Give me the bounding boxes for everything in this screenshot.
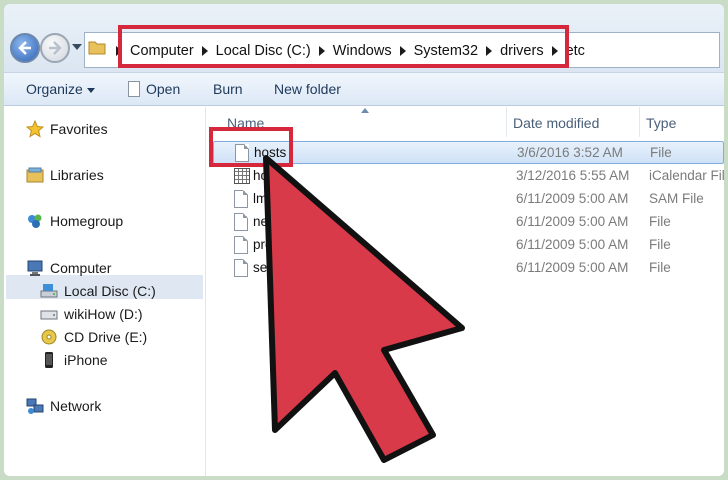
command-toolbar: Organize Open Burn New folder [4, 72, 724, 106]
sidebar-item-label: iPhone [64, 352, 108, 368]
sidebar-item-cd-drive[interactable]: CD Drive (E:) [40, 328, 147, 346]
column-header-date-modified[interactable]: Date modified [513, 115, 599, 131]
file-date: 3/12/2016 5:55 AM [516, 168, 630, 183]
sidebar-item-wikihow-drive[interactable]: wikiHow (D:) [40, 305, 143, 323]
sidebar-item-favorites[interactable]: Favorites [26, 120, 108, 138]
column-header-type[interactable]: Type [646, 115, 676, 131]
table-row[interactable]: pro 6/11/2009 5:00 AM File [213, 234, 724, 257]
chevron-down-icon [86, 87, 95, 93]
table-row[interactable]: lm m 6/11/2009 5:00 AM SAM File [213, 188, 724, 211]
file-icon [234, 213, 248, 231]
file-date: 6/11/2009 5:00 AM [516, 214, 629, 229]
file-name: ho cs [253, 168, 286, 183]
computer-icon [27, 260, 43, 276]
libraries-icon [26, 167, 44, 183]
column-divider[interactable] [639, 107, 640, 137]
sidebar-item-libraries[interactable]: Libraries [26, 166, 104, 184]
file-date: 3/6/2016 3:52 AM [517, 145, 623, 160]
sidebar-item-label: wikiHow (D:) [64, 306, 143, 322]
back-button[interactable] [10, 33, 40, 63]
new-folder-button[interactable]: New folder [274, 81, 341, 97]
organize-button[interactable]: Organize [26, 81, 95, 97]
sidebar-item-label: Libraries [50, 167, 104, 183]
cd-drive-icon [41, 329, 57, 345]
file-type: File [649, 214, 671, 229]
file-icon [234, 259, 248, 277]
file-icon [234, 190, 248, 208]
file-name: ser [253, 260, 272, 275]
file-type: File [650, 145, 672, 160]
recent-pages-dropdown-icon[interactable] [72, 44, 82, 50]
navigation-pane: Favorites Libraries Homegroup Computer L… [4, 107, 206, 476]
homegroup-icon [28, 214, 42, 228]
sidebar-item-label: Favorites [50, 121, 108, 137]
calendar-icon [234, 168, 250, 184]
burn-label: Burn [213, 81, 243, 97]
file-date: 6/11/2009 5:00 AM [516, 260, 629, 275]
network-icon [26, 398, 44, 414]
column-divider[interactable] [506, 107, 507, 137]
file-type: File [649, 237, 671, 252]
organize-label: Organize [26, 81, 83, 97]
file-type: File [649, 260, 671, 275]
new-folder-label: New folder [274, 81, 341, 97]
forward-arrow-icon [49, 41, 62, 55]
table-row[interactable]: ho cs 3/12/2016 5:55 AM iCalendar File [213, 165, 724, 188]
star-icon [26, 120, 44, 138]
folder-icon [88, 41, 106, 55]
file-name: net [253, 214, 272, 229]
hard-drive-icon [40, 284, 58, 298]
document-icon [128, 81, 140, 97]
table-row[interactable]: net 6/11/2009 5:00 AM File [213, 211, 724, 234]
sidebar-item-iphone[interactable]: iPhone [40, 351, 108, 369]
file-name: lm m [253, 191, 283, 206]
burn-button[interactable]: Burn [213, 81, 243, 97]
file-date: 6/11/2009 5:00 AM [516, 191, 629, 206]
sidebar-item-computer[interactable]: Computer [26, 259, 111, 277]
sidebar-item-local-disc[interactable]: Local Disc (C:) [40, 282, 156, 300]
hosts-highlight-box [209, 127, 293, 167]
sort-ascending-icon [361, 108, 369, 113]
drive-icon [40, 310, 58, 320]
explorer-window: Computer Local Disc (C:) Windows System3… [4, 4, 724, 476]
back-arrow-icon [18, 41, 31, 55]
sidebar-item-homegroup[interactable]: Homegroup [26, 212, 123, 230]
file-name: pro [253, 237, 273, 252]
sidebar-item-label: Homegroup [50, 213, 124, 229]
sidebar-item-label: Computer [50, 260, 112, 276]
table-row[interactable]: ser 6/11/2009 5:00 AM File [213, 257, 724, 280]
iphone-icon [45, 352, 53, 368]
file-type: iCalendar File [649, 168, 724, 183]
open-button[interactable]: Open [128, 81, 180, 97]
forward-button[interactable] [40, 33, 70, 63]
address-highlight-box [118, 25, 569, 68]
sidebar-item-network[interactable]: Network [26, 397, 101, 415]
open-label: Open [146, 81, 181, 97]
file-type: SAM File [649, 191, 704, 206]
sidebar-item-label: Network [50, 398, 102, 414]
sidebar-item-label: CD Drive (E:) [64, 329, 148, 345]
sidebar-item-label: Local Disc (C:) [64, 283, 156, 299]
file-date: 6/11/2009 5:00 AM [516, 237, 629, 252]
file-icon [234, 236, 248, 254]
